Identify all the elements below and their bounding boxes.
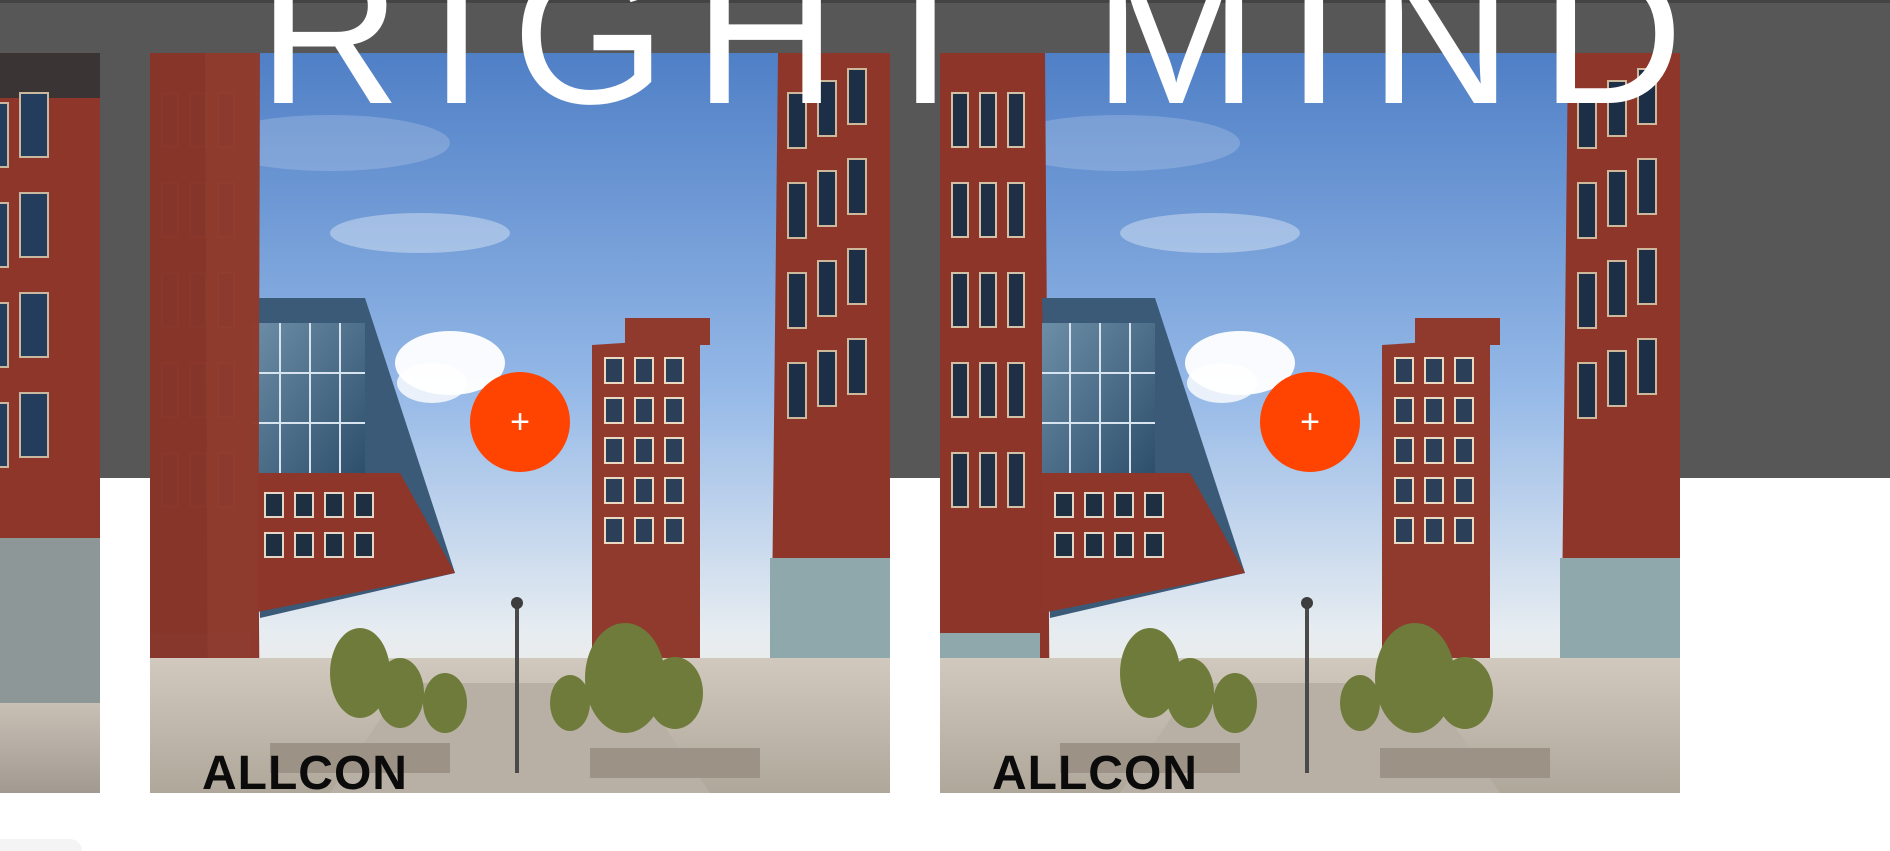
project-photo bbox=[0, 53, 100, 793]
project-card-1[interactable]: + ALLCON bbox=[150, 53, 890, 793]
page-bottom-area bbox=[0, 793, 1890, 851]
plus-icon: + bbox=[510, 403, 530, 441]
project-card-2[interactable]: + ALLCON bbox=[940, 53, 1680, 793]
project-card-partial[interactable] bbox=[0, 53, 100, 793]
brand-logo-text: ALLCON bbox=[202, 747, 408, 793]
expand-button[interactable]: + bbox=[1260, 372, 1360, 472]
card-track: + ALLCON + ALLCON bbox=[0, 53, 1890, 793]
brand-logo-text: ALLCON bbox=[992, 747, 1198, 793]
carousel-section: RIGHT MIND + ALLCON + ALLCON bbox=[0, 0, 1890, 851]
expand-button[interactable]: + bbox=[470, 372, 570, 472]
bottom-left-shadow bbox=[0, 839, 82, 851]
plus-icon: + bbox=[1300, 403, 1320, 441]
